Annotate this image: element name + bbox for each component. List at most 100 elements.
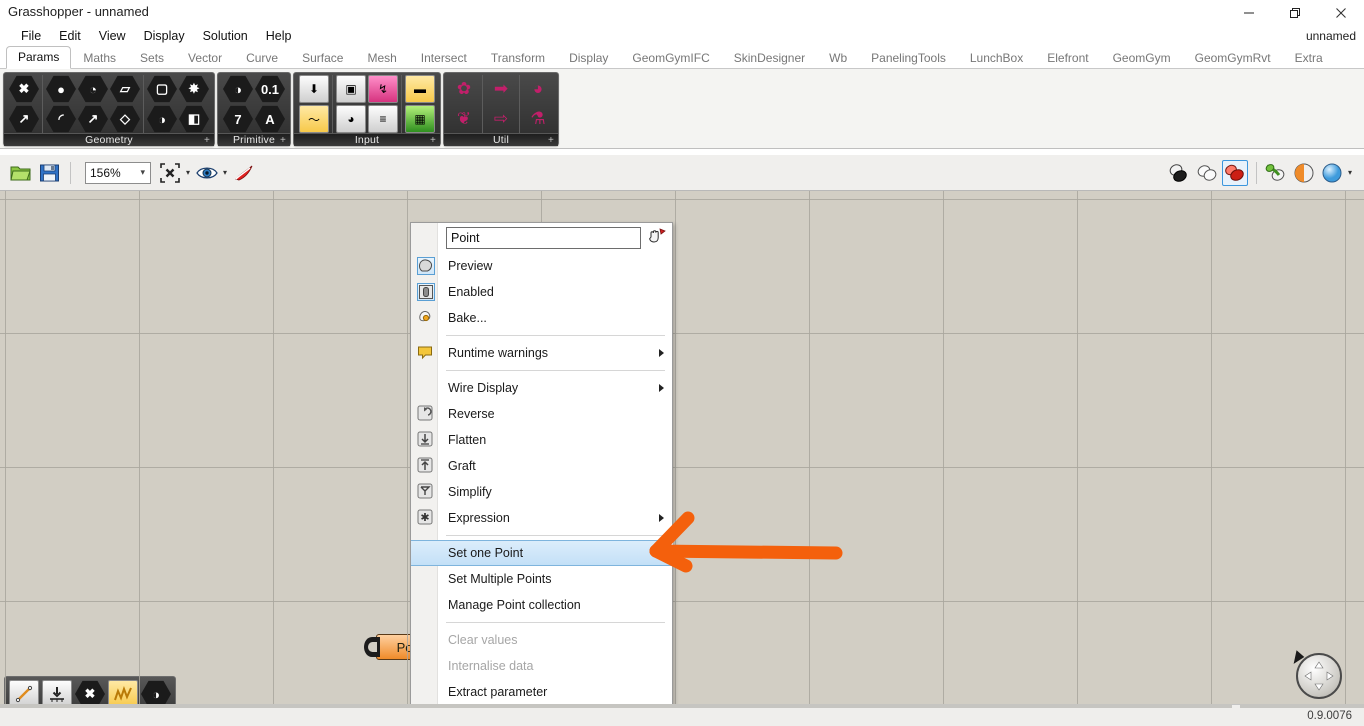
twisted-box-icon[interactable]: ◧ (179, 105, 209, 133)
minimize-button[interactable] (1226, 0, 1272, 26)
component-output-port[interactable] (364, 637, 380, 657)
menu-item-file[interactable]: File (12, 28, 50, 44)
preview-head-icon[interactable] (417, 257, 435, 275)
circle-icon[interactable]: ● (46, 75, 76, 103)
zoom-extents-dropdown-caret-icon[interactable]: ▾ (186, 168, 190, 177)
mesh-icon[interactable]: ✸ (179, 75, 209, 103)
close-button[interactable] (1318, 0, 1364, 26)
tab-panelingtools[interactable]: PanelingTools (859, 47, 958, 69)
preview-selected-icon[interactable] (1263, 160, 1289, 186)
graph-mapper-icon[interactable]: 〜 (299, 105, 329, 133)
box-icon[interactable]: ▢ (147, 75, 177, 103)
graft-up-icon[interactable] (417, 457, 435, 475)
tab-wb[interactable]: Wb (817, 47, 859, 69)
tab-mesh[interactable]: Mesh (355, 47, 408, 69)
context-menu-item-manage-point-collection[interactable]: Manage Point collection (438, 592, 673, 618)
boolean-toggle-icon[interactable]: ▣ (336, 75, 366, 103)
tab-transform[interactable]: Transform (479, 47, 557, 69)
number-icon[interactable]: 0.1 (255, 75, 285, 103)
slider-icon[interactable] (42, 680, 72, 704)
tab-skindesigner[interactable]: SkinDesigner (722, 47, 817, 69)
rename-hand-icon[interactable] (647, 226, 667, 251)
context-menu-item-extract-parameter[interactable]: Extract parameter (438, 679, 673, 705)
navigation-ball[interactable] (1296, 653, 1342, 699)
jitter-icon[interactable]: ◕ (523, 75, 553, 103)
preview-mesh-quality-icon[interactable] (1222, 160, 1248, 186)
data-input-icon[interactable]: ⇨ (486, 105, 516, 133)
graph-icon[interactable] (108, 680, 138, 704)
integer-icon[interactable]: 7 (223, 105, 253, 133)
curve-icon[interactable]: ◜ (46, 105, 76, 133)
maximize-button[interactable] (1272, 0, 1318, 26)
tab-sets[interactable]: Sets (128, 47, 176, 69)
context-menu-item-clear-values[interactable]: Clear values (438, 627, 673, 653)
geometry-vector-icon[interactable]: ↗ (9, 105, 39, 133)
ribbon-group-expand-icon[interactable]: + (548, 135, 554, 146)
number-slider-icon[interactable]: ⬇ (299, 75, 329, 103)
context-menu-item-simplify[interactable]: Simplify (438, 479, 673, 505)
save-disk-icon[interactable] (36, 160, 62, 186)
preview-dropdown-caret-icon[interactable]: ▾ (223, 168, 227, 177)
preview-dropdown-caret-2-icon[interactable]: ▾ (1348, 168, 1352, 177)
flatten-down-icon[interactable] (417, 431, 435, 449)
tab-vector[interactable]: Vector (176, 47, 234, 69)
bake-icon[interactable] (231, 160, 257, 186)
expression-icon[interactable]: ✱ (417, 509, 435, 527)
tab-curve[interactable]: Curve (234, 47, 290, 69)
colour-swatch-icon[interactable]: ▬ (405, 75, 435, 103)
boolean-icon[interactable]: ◑ (223, 75, 253, 103)
tab-surface[interactable]: Surface (290, 47, 355, 69)
context-menu-item-expression[interactable]: Expression (438, 505, 673, 531)
data-output-icon[interactable]: ➡ (486, 75, 516, 103)
context-menu-item-bake[interactable]: Bake... (438, 305, 673, 331)
preview-eye-icon[interactable] (194, 160, 220, 186)
tab-display[interactable]: Display (557, 47, 620, 69)
open-folder-icon[interactable] (8, 160, 34, 186)
ribbon-group-expand-icon[interactable]: + (280, 135, 286, 146)
enabled-switch-icon[interactable] (417, 283, 435, 301)
cluster-tree-icon[interactable]: ❦ (449, 105, 479, 133)
context-menu-item-graft[interactable]: Graft (438, 453, 673, 479)
lab-flask-icon[interactable]: ⚗ (523, 105, 553, 133)
menu-item-view[interactable]: View (90, 28, 135, 44)
component-context-menu[interactable]: ✱? PreviewEnabledBake...Runtime warnings… (410, 222, 673, 726)
wireframe-preview-icon[interactable] (1194, 160, 1220, 186)
simplify-icon[interactable] (417, 483, 435, 501)
context-menu-item-reverse[interactable]: Reverse (438, 401, 673, 427)
surface-icon[interactable]: ◔ (78, 75, 108, 103)
draw-icons-icon[interactable] (1291, 160, 1317, 186)
panel-icon[interactable]: ≡ (368, 105, 398, 133)
ribbon-group-expand-icon[interactable]: + (204, 135, 210, 146)
grasshopper-canvas[interactable]: Poi ✖ (0, 191, 1364, 704)
cherry-picker-icon[interactable]: ✿ (449, 75, 479, 103)
context-menu-item-set-multiple-points[interactable]: Set Multiple Points (438, 566, 673, 592)
disable-icon[interactable]: ✖ (75, 680, 105, 704)
brep-icon[interactable]: ◑ (147, 105, 177, 133)
menu-item-edit[interactable]: Edit (50, 28, 90, 44)
image-sampler-icon[interactable]: ▦ (405, 105, 435, 133)
ribbon-group-expand-icon[interactable]: + (430, 135, 436, 146)
sketch-icon[interactable] (9, 680, 39, 704)
tab-geomgym[interactable]: GeomGym (1101, 47, 1183, 69)
context-menu-item-enabled[interactable]: Enabled (438, 279, 673, 305)
context-menu-item-flatten[interactable]: Flatten (438, 427, 673, 453)
plane-icon[interactable]: ▱ (110, 75, 140, 103)
bake-egg-icon[interactable] (417, 309, 435, 327)
text-icon[interactable]: A (255, 105, 285, 133)
menu-item-help[interactable]: Help (257, 28, 301, 44)
tab-geomgymifc[interactable]: GeomGymIFC (620, 47, 721, 69)
context-menu-item-wire-display[interactable]: Wire Display (438, 375, 673, 401)
menu-item-display[interactable]: Display (135, 28, 194, 44)
rectangle-icon[interactable]: ◇ (110, 105, 140, 133)
geometry-null-icon[interactable]: ✖ (9, 75, 39, 103)
zoom-level-combobox[interactable]: 156% ▾ (85, 162, 151, 184)
tab-intersect[interactable]: Intersect (409, 47, 479, 69)
knob-icon[interactable]: ◕ (336, 105, 366, 133)
gradient-control-icon[interactable]: ↯ (368, 75, 398, 103)
reverse-icon[interactable] (417, 405, 435, 423)
context-menu-item-runtime-warnings[interactable]: Runtime warnings (438, 340, 673, 366)
shaded-preview-icon[interactable] (1166, 160, 1192, 186)
tab-extra[interactable]: Extra (1283, 47, 1335, 69)
zoom-extents-icon[interactable] (157, 160, 183, 186)
menu-item-solution[interactable]: Solution (194, 28, 257, 44)
